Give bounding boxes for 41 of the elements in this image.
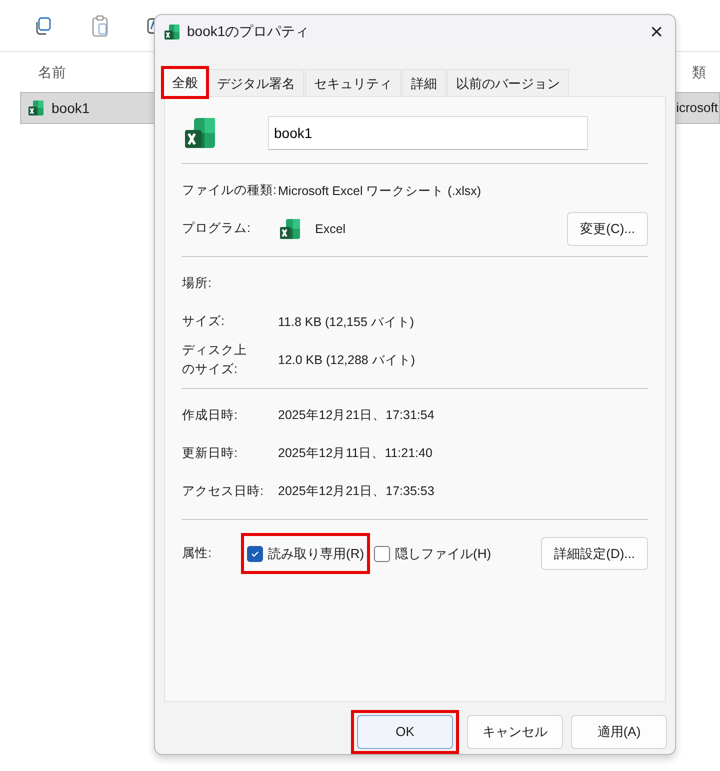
tab[interactable]: セキュリティ bbox=[305, 68, 401, 96]
field-value: 2025年12月21日、17:31:54 bbox=[278, 407, 434, 424]
dialog-button[interactable]: 適用(A) bbox=[571, 715, 667, 750]
checkbox-option[interactable]: 読み取り専用(R) bbox=[247, 544, 364, 564]
field-label: 場所: bbox=[182, 275, 212, 292]
tab[interactable]: 全般 bbox=[163, 68, 207, 97]
field-label: ファイルの種類: bbox=[182, 182, 278, 200]
field-label: プログラム: bbox=[182, 220, 252, 238]
checkmark-icon bbox=[250, 548, 260, 559]
field-label: 属性: bbox=[182, 545, 212, 562]
field-label: のサイズ: bbox=[182, 361, 238, 378]
field-label: 作成日時: bbox=[182, 407, 238, 424]
field-value: 2025年12月21日、17:35:53 bbox=[278, 483, 434, 500]
advanced-button[interactable]: 詳細設定(D)... bbox=[541, 536, 648, 570]
field-value: Excel bbox=[315, 220, 346, 238]
change-button[interactable]: 変更(C)... bbox=[567, 212, 648, 246]
tab[interactable]: 詳細 bbox=[402, 68, 446, 96]
field-label: サイズ: bbox=[182, 313, 226, 330]
file-type: icrosoft bbox=[676, 99, 718, 118]
dialog-button[interactable]: キャンセル bbox=[467, 715, 563, 750]
spreadsheet-icon bbox=[27, 99, 45, 117]
field-value: 11.8 KB (12,155 バイト) bbox=[278, 314, 414, 331]
field-value: Microsoft Excel ワークシート (.xlsx) bbox=[278, 182, 482, 200]
column-header[interactable]: 名前 bbox=[38, 62, 66, 82]
close-button[interactable]: × bbox=[646, 20, 667, 43]
field-label: アクセス日時: bbox=[182, 483, 264, 500]
tab[interactable]: デジタル署名 bbox=[208, 68, 304, 96]
tab[interactable]: 以前のバージョン bbox=[447, 68, 569, 96]
dialog-button[interactable]: OK bbox=[357, 715, 453, 750]
field-value: 2025年12月11日、11:21:40 bbox=[278, 445, 432, 462]
checkbox-option[interactable]: 隠しファイル(H) bbox=[374, 544, 492, 564]
spreadsheet-icon bbox=[278, 216, 302, 241]
spreadsheet-icon bbox=[163, 22, 181, 41]
paste-icon[interactable] bbox=[90, 14, 110, 36]
field-label: ディスク上 bbox=[182, 342, 248, 359]
window-title: book1のプロパティ bbox=[187, 22, 310, 42]
file-name-field[interactable]: book1 bbox=[268, 116, 588, 150]
field-value: 12.0 KB (12,288 バイト) bbox=[278, 352, 415, 369]
field-label: 更新日時: bbox=[182, 445, 238, 462]
file-name: book1 bbox=[52, 98, 90, 118]
column-header[interactable]: 類 bbox=[692, 62, 706, 82]
